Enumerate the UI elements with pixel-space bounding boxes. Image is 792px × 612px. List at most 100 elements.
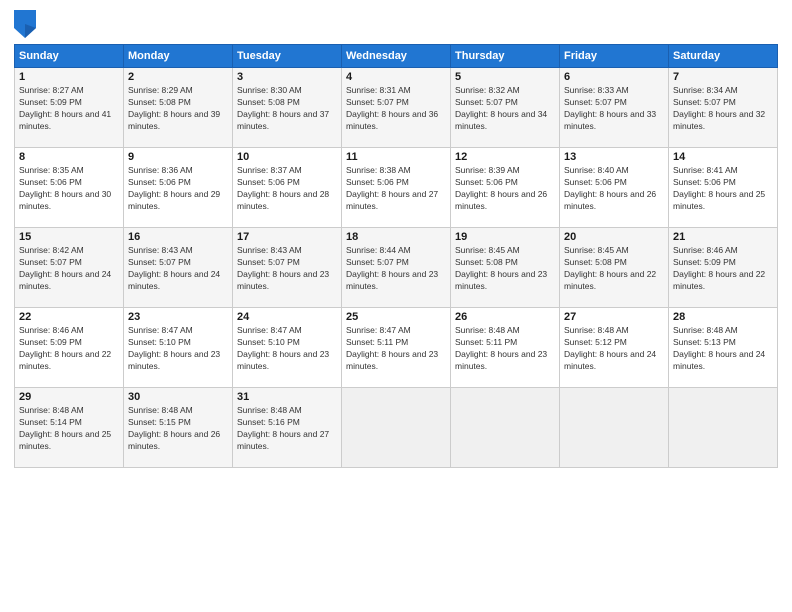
- day-info: Sunrise: 8:44 AMSunset: 5:07 PMDaylight:…: [346, 245, 446, 293]
- day-number: 10: [237, 151, 337, 163]
- day-info: Sunrise: 8:41 AMSunset: 5:06 PMDaylight:…: [673, 165, 773, 213]
- day-number: 29: [19, 391, 119, 403]
- day-number: 19: [455, 231, 555, 243]
- calendar-cell: 19 Sunrise: 8:45 AMSunset: 5:08 PMDayligh…: [451, 228, 560, 308]
- calendar-cell: 7Sunrise: 8:34 AMSunset: 5:07 PMDaylight…: [669, 68, 778, 148]
- day-number: 9: [128, 151, 228, 163]
- header: [14, 10, 778, 38]
- day-info: Sunrise: 8:38 AMSunset: 5:06 PMDaylight:…: [346, 165, 446, 213]
- day-number: 31: [237, 391, 337, 403]
- day-number: 7: [673, 71, 773, 83]
- day-number: 6: [564, 71, 664, 83]
- day-info: Sunrise: 8:47 AMSunset: 5:11 PMDaylight:…: [346, 325, 446, 373]
- calendar-cell: 27Sunrise: 8:48 AMSunset: 5:12 PMDayligh…: [560, 308, 669, 388]
- day-number: 1: [19, 71, 119, 83]
- day-info: Sunrise: 8:31 AMSunset: 5:07 PMDaylight:…: [346, 85, 446, 133]
- day-info: Sunrise: 8:47 AMSunset: 5:10 PMDaylight:…: [128, 325, 228, 373]
- day-info: Sunrise: 8:48 AMSunset: 5:16 PMDaylight:…: [237, 405, 337, 453]
- day-number: 25: [346, 311, 446, 323]
- day-number: 20: [564, 231, 664, 243]
- day-number: 11: [346, 151, 446, 163]
- calendar-cell: 22 Sunrise: 8:46 AMSunset: 5:09 PMDayligh…: [15, 308, 124, 388]
- weekday-header-thursday: Thursday: [451, 45, 560, 68]
- weekday-header-tuesday: Tuesday: [233, 45, 342, 68]
- day-info: Sunrise: 8:33 AMSunset: 5:07 PMDaylight:…: [564, 85, 664, 133]
- calendar-header: SundayMondayTuesdayWednesdayThursdayFrid…: [15, 45, 778, 68]
- calendar-cell: 23Sunrise: 8:47 AMSunset: 5:10 PMDayligh…: [124, 308, 233, 388]
- calendar-cell: 3 Sunrise: 8:30 AMSunset: 5:08 PMDaylight…: [233, 68, 342, 148]
- day-info: Sunrise: 8:48 AMSunset: 5:14 PMDaylight:…: [19, 405, 119, 453]
- weekday-header-wednesday: Wednesday: [342, 45, 451, 68]
- weekday-header-monday: Monday: [124, 45, 233, 68]
- day-number: 14: [673, 151, 773, 163]
- day-number: 13: [564, 151, 664, 163]
- day-info: Sunrise: 8:43 AMSunset: 5:07 PMDaylight:…: [237, 245, 337, 293]
- calendar-cell: 26Sunrise: 8:48 AMSunset: 5:11 PMDayligh…: [451, 308, 560, 388]
- day-number: 24: [237, 311, 337, 323]
- calendar-cell: 1 Sunrise: 8:27 AMSunset: 5:09 PMDaylight…: [15, 68, 124, 148]
- weekday-header-sunday: Sunday: [15, 45, 124, 68]
- calendar-cell: [669, 388, 778, 468]
- day-info: Sunrise: 8:30 AMSunset: 5:08 PMDaylight:…: [237, 85, 337, 133]
- day-number: 22: [19, 311, 119, 323]
- calendar-cell: [451, 388, 560, 468]
- day-info: Sunrise: 8:46 AMSunset: 5:09 PMDaylight:…: [673, 245, 773, 293]
- calendar-week-2: 8 Sunrise: 8:35 AMSunset: 5:06 PMDaylight…: [15, 148, 778, 228]
- weekday-header-row: SundayMondayTuesdayWednesdayThursdayFrid…: [15, 45, 778, 68]
- day-info: Sunrise: 8:40 AMSunset: 5:06 PMDaylight:…: [564, 165, 664, 213]
- day-number: 4: [346, 71, 446, 83]
- day-number: 3: [237, 71, 337, 83]
- calendar-cell: 20 Sunrise: 8:45 AMSunset: 5:08 PMDayligh…: [560, 228, 669, 308]
- calendar-cell: 15Sunrise: 8:42 AMSunset: 5:07 PMDayligh…: [15, 228, 124, 308]
- calendar-cell: 5Sunrise: 8:32 AMSunset: 5:07 PMDaylight…: [451, 68, 560, 148]
- day-number: 27: [564, 311, 664, 323]
- calendar: SundayMondayTuesdayWednesdayThursdayFrid…: [14, 44, 778, 468]
- calendar-cell: 4 Sunrise: 8:31 AMSunset: 5:07 PMDaylight…: [342, 68, 451, 148]
- logo-icon: [14, 10, 36, 38]
- weekday-header-saturday: Saturday: [669, 45, 778, 68]
- calendar-cell: 2Sunrise: 8:29 AMSunset: 5:08 PMDaylight…: [124, 68, 233, 148]
- day-info: Sunrise: 8:45 AMSunset: 5:08 PMDaylight:…: [564, 245, 664, 293]
- day-info: Sunrise: 8:39 AMSunset: 5:06 PMDaylight:…: [455, 165, 555, 213]
- day-info: Sunrise: 8:27 AMSunset: 5:09 PMDaylight:…: [19, 85, 119, 133]
- calendar-cell: 10 Sunrise: 8:37 AMSunset: 5:06 PMDayligh…: [233, 148, 342, 228]
- day-info: Sunrise: 8:46 AMSunset: 5:09 PMDaylight:…: [19, 325, 119, 373]
- day-info: Sunrise: 8:36 AMSunset: 5:06 PMDaylight:…: [128, 165, 228, 213]
- calendar-cell: 29 Sunrise: 8:48 AMSunset: 5:14 PMDayligh…: [15, 388, 124, 468]
- calendar-cell: 24 Sunrise: 8:47 AMSunset: 5:10 PMDayligh…: [233, 308, 342, 388]
- day-number: 17: [237, 231, 337, 243]
- calendar-cell: 9 Sunrise: 8:36 AMSunset: 5:06 PMDaylight…: [124, 148, 233, 228]
- day-info: Sunrise: 8:45 AMSunset: 5:08 PMDaylight:…: [455, 245, 555, 293]
- weekday-header-friday: Friday: [560, 45, 669, 68]
- calendar-cell: 11 Sunrise: 8:38 AMSunset: 5:06 PMDayligh…: [342, 148, 451, 228]
- calendar-cell: 12 Sunrise: 8:39 AMSunset: 5:06 PMDayligh…: [451, 148, 560, 228]
- calendar-cell: 13 Sunrise: 8:40 AMSunset: 5:06 PMDayligh…: [560, 148, 669, 228]
- calendar-cell: 28 Sunrise: 8:48 AMSunset: 5:13 PMDayligh…: [669, 308, 778, 388]
- calendar-week-3: 15Sunrise: 8:42 AMSunset: 5:07 PMDayligh…: [15, 228, 778, 308]
- day-number: 12: [455, 151, 555, 163]
- calendar-cell: 31 Sunrise: 8:48 AMSunset: 5:16 PMDayligh…: [233, 388, 342, 468]
- day-number: 16: [128, 231, 228, 243]
- day-info: Sunrise: 8:29 AMSunset: 5:08 PMDaylight:…: [128, 85, 228, 133]
- day-number: 15: [19, 231, 119, 243]
- day-info: Sunrise: 8:35 AMSunset: 5:06 PMDaylight:…: [19, 165, 119, 213]
- day-info: Sunrise: 8:48 AMSunset: 5:13 PMDaylight:…: [673, 325, 773, 373]
- day-number: 28: [673, 311, 773, 323]
- calendar-cell: [342, 388, 451, 468]
- day-info: Sunrise: 8:47 AMSunset: 5:10 PMDaylight:…: [237, 325, 337, 373]
- calendar-cell: [560, 388, 669, 468]
- calendar-cell: 17 Sunrise: 8:43 AMSunset: 5:07 PMDayligh…: [233, 228, 342, 308]
- calendar-cell: 21 Sunrise: 8:46 AMSunset: 5:09 PMDayligh…: [669, 228, 778, 308]
- day-number: 8: [19, 151, 119, 163]
- day-info: Sunrise: 8:37 AMSunset: 5:06 PMDaylight:…: [237, 165, 337, 213]
- day-number: 30: [128, 391, 228, 403]
- day-number: 21: [673, 231, 773, 243]
- calendar-cell: 8 Sunrise: 8:35 AMSunset: 5:06 PMDaylight…: [15, 148, 124, 228]
- calendar-cell: 25 Sunrise: 8:47 AMSunset: 5:11 PMDayligh…: [342, 308, 451, 388]
- calendar-cell: 14 Sunrise: 8:41 AMSunset: 5:06 PMDayligh…: [669, 148, 778, 228]
- calendar-cell: 6 Sunrise: 8:33 AMSunset: 5:07 PMDaylight…: [560, 68, 669, 148]
- page-container: SundayMondayTuesdayWednesdayThursdayFrid…: [0, 0, 792, 476]
- day-number: 26: [455, 311, 555, 323]
- logo: [14, 10, 40, 38]
- day-info: Sunrise: 8:32 AMSunset: 5:07 PMDaylight:…: [455, 85, 555, 133]
